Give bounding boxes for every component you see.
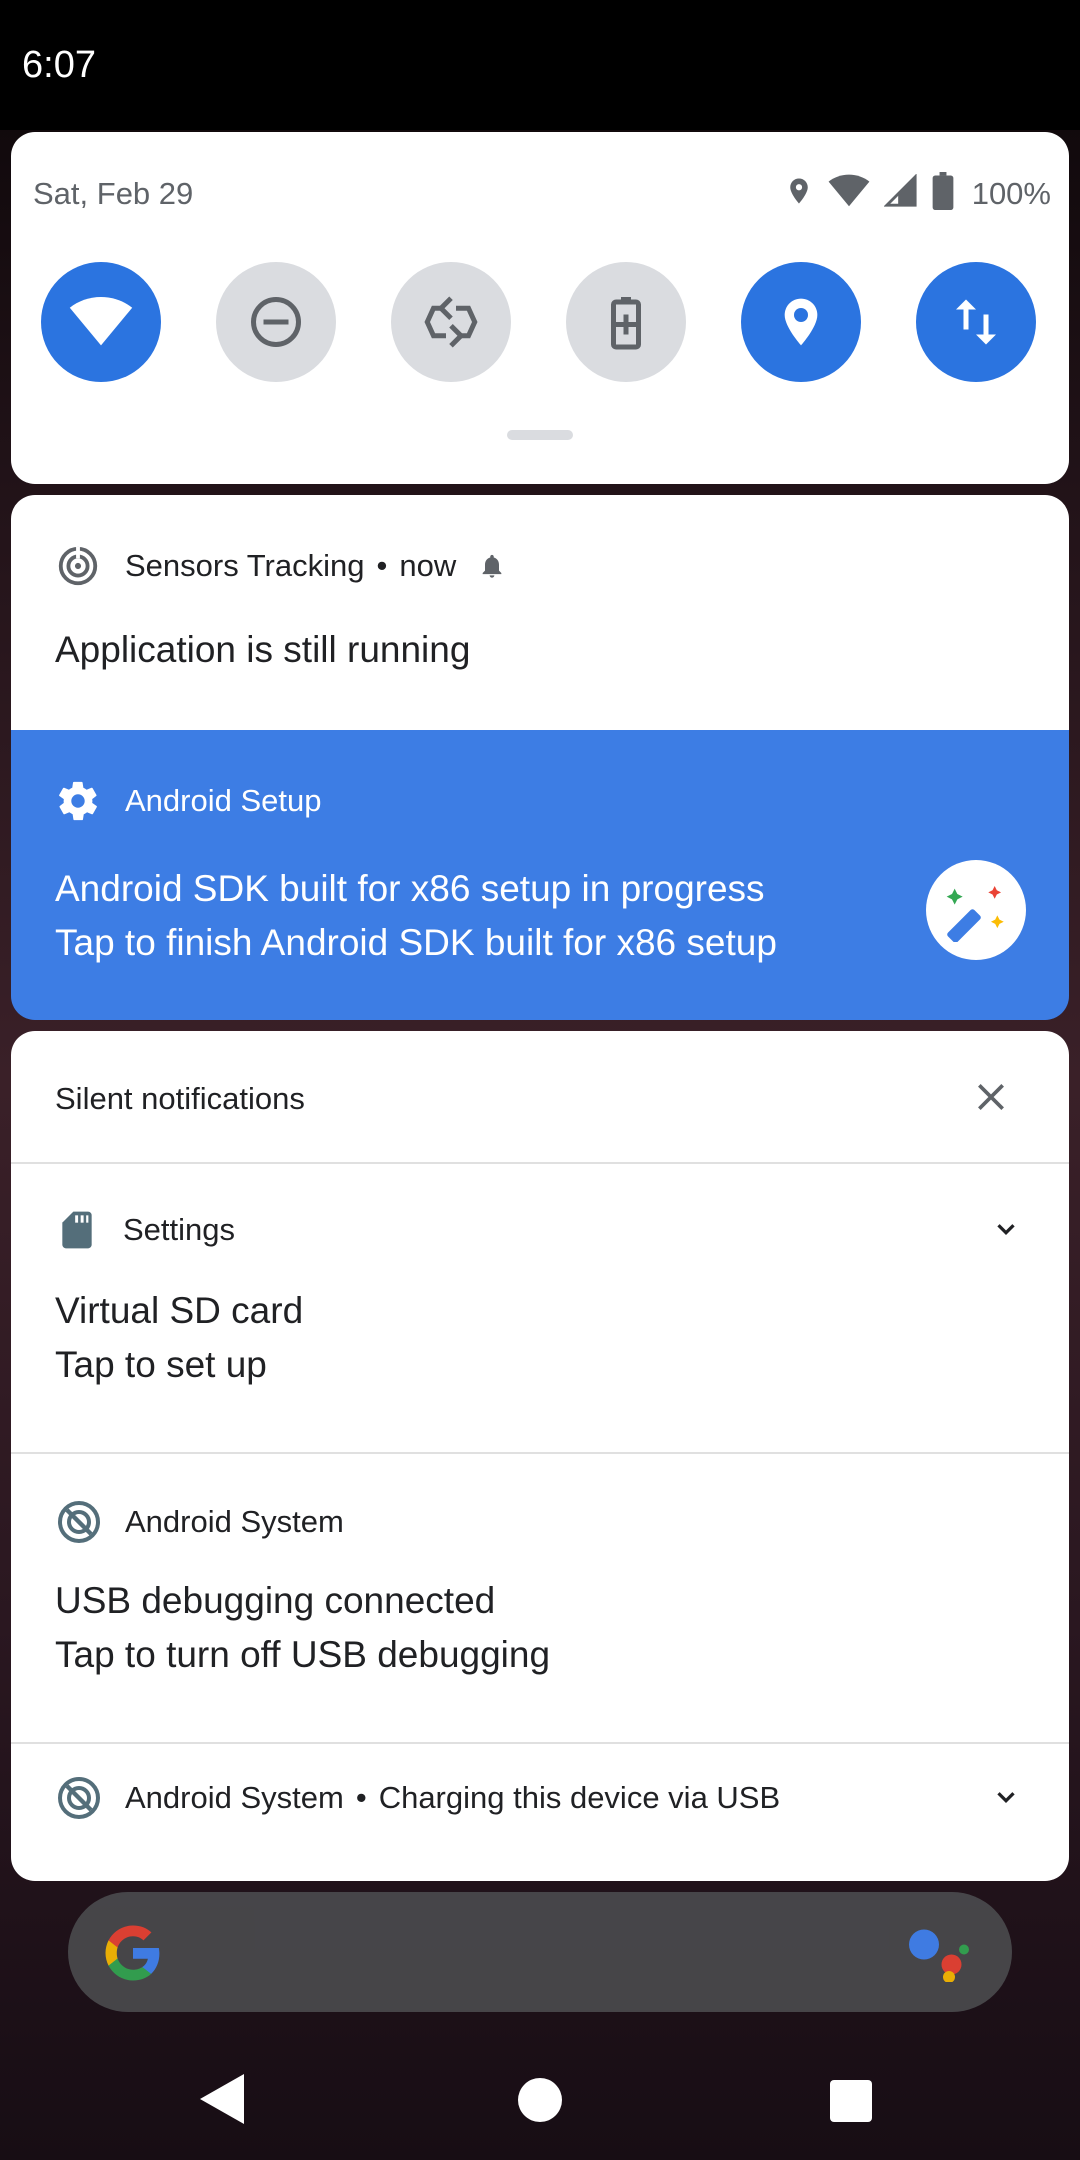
separator-dot: • — [376, 548, 388, 583]
navigation-bar — [0, 2040, 1080, 2160]
mobile-data-icon — [956, 299, 996, 345]
wifi-status-icon — [828, 174, 870, 213]
usb-debugging-notification[interactable]: Android System USB debugging connected T… — [11, 1454, 1069, 1744]
notification-text: Tap to set up — [55, 1344, 267, 1385]
quick-settings-panel: Sat, Feb 29 100% — [11, 132, 1069, 484]
battery-saver-tile[interactable] — [566, 262, 686, 382]
battery-icon — [932, 172, 954, 215]
close-icon — [978, 1084, 1004, 1110]
do-not-disturb-icon — [251, 297, 301, 347]
notification-text: Tap to finish Android SDK built for x86 … — [55, 922, 777, 963]
android-setup-notification[interactable]: Android Setup Android SDK built for x86 … — [11, 730, 1069, 1020]
auto-rotate-tile[interactable] — [391, 262, 511, 382]
do-not-disturb-tile[interactable] — [216, 262, 336, 382]
gear-icon — [59, 781, 97, 821]
section-title: Silent notifications — [55, 1081, 305, 1116]
expand-button[interactable] — [991, 1782, 1021, 1817]
notification-text: Charging this device via USB — [378, 1780, 781, 1815]
sensors-notification[interactable]: Sensors Tracking • now Application is st… — [11, 495, 1069, 730]
notification-header: Android System — [55, 1498, 344, 1546]
notification-header: Sensors Tracking • now — [55, 543, 506, 589]
charging-notification[interactable]: Android System • Charging this device vi… — [11, 1744, 1069, 1874]
silent-notifications-group: Silent notifications Settings Virtual SD… — [11, 1031, 1069, 1881]
expand-button[interactable] — [991, 1214, 1021, 1249]
sd-card-notification[interactable]: Settings Virtual SD card Tap to set up — [11, 1164, 1069, 1454]
recents-icon — [830, 2080, 872, 2122]
expand-handle[interactable] — [507, 430, 573, 440]
google-search-bar[interactable] — [68, 1892, 1012, 2012]
android-system-icon — [58, 1501, 100, 1543]
location-status-icon — [784, 173, 814, 214]
home-button[interactable] — [518, 2078, 562, 2127]
notification-title: USB debugging connected — [55, 1580, 496, 1621]
android-system-icon — [58, 1777, 100, 1819]
location-icon — [784, 298, 818, 346]
battery-percent: 100% — [971, 175, 1051, 211]
clock: 6:07 — [22, 44, 96, 86]
setup-wand-icon — [926, 860, 1026, 960]
notification-header: Settings — [55, 1208, 235, 1252]
alert-bell-icon — [482, 554, 502, 578]
chevron-down-icon — [997, 1224, 1015, 1236]
recents-button[interactable] — [830, 2080, 872, 2127]
location-tile[interactable] — [741, 262, 861, 382]
home-icon — [518, 2078, 562, 2122]
timestamp: now — [399, 548, 457, 583]
google-logo-icon — [100, 1920, 166, 1991]
battery-saver-icon — [611, 297, 641, 350]
dismiss-silent-button[interactable] — [971, 1077, 1011, 1122]
wifi-tile[interactable] — [41, 262, 161, 382]
chevron-down-icon — [997, 1792, 1015, 1804]
cell-signal-icon — [883, 173, 918, 213]
sd-card-icon — [62, 1211, 92, 1249]
notification-header: Android System • Charging this device vi… — [55, 1774, 780, 1822]
wifi-icon — [69, 297, 133, 346]
app-name: Android System — [125, 1780, 344, 1815]
separator-dot: • — [355, 1780, 367, 1815]
back-icon — [200, 2074, 244, 2124]
notification-text: Tap to turn off USB debugging — [55, 1634, 551, 1675]
notification-title: Virtual SD card — [55, 1290, 304, 1331]
sensors-app-icon — [58, 546, 98, 586]
notification-title: Android SDK built for x86 setup in progr… — [55, 868, 765, 909]
notification-header: Android Setup — [55, 778, 321, 824]
assistant-icon[interactable] — [904, 1922, 974, 1987]
notification-text: Application is still running — [55, 629, 471, 670]
app-name: Sensors Tracking — [125, 548, 365, 583]
mobile-data-tile[interactable] — [916, 262, 1036, 382]
status-icons: 100% — [784, 172, 1051, 215]
date-label: Sat, Feb 29 — [33, 176, 194, 211]
app-name: Settings — [123, 1212, 236, 1247]
app-name: Android System — [125, 1504, 344, 1539]
status-bar: 6:07 — [0, 0, 1080, 130]
auto-rotate-icon — [424, 296, 478, 348]
back-button[interactable] — [200, 2074, 244, 2129]
app-name: Android Setup — [125, 783, 322, 818]
